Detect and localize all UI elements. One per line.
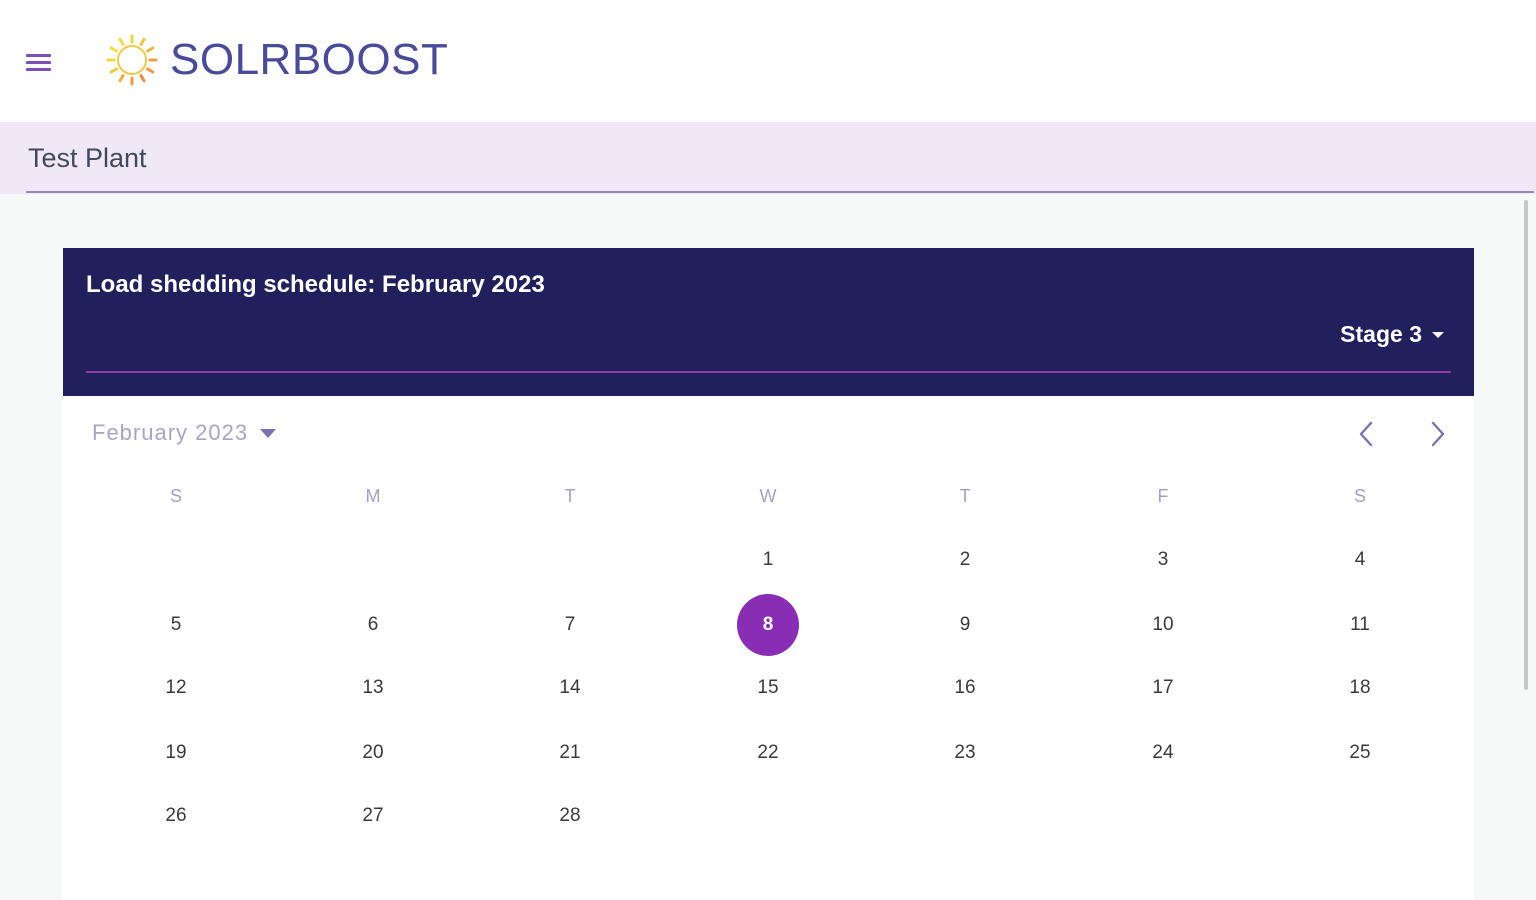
calendar-day[interactable]: 13 bbox=[342, 657, 404, 719]
calendar-day[interactable]: 20 bbox=[342, 722, 404, 784]
month-year-label: February 2023 bbox=[92, 420, 249, 445]
next-month-button[interactable] bbox=[1421, 418, 1453, 450]
sun-ring-icon bbox=[106, 34, 158, 86]
calendar-day[interactable]: 23 bbox=[934, 722, 996, 784]
stage-select[interactable]: Stage 3 bbox=[1340, 321, 1444, 348]
calendar-day[interactable]: 12 bbox=[145, 657, 207, 719]
calendar-day[interactable]: 4 bbox=[1329, 529, 1391, 591]
weekday-label: W bbox=[759, 486, 777, 506]
calendar-day[interactable]: 25 bbox=[1329, 722, 1391, 784]
schedule-card: Load shedding schedule: February 2023 St… bbox=[63, 248, 1474, 900]
calendar-day[interactable]: 22 bbox=[737, 722, 799, 784]
calendar-day[interactable]: 1 bbox=[737, 529, 799, 591]
plant-title: Test Plant bbox=[28, 143, 147, 173]
caret-down-icon bbox=[260, 428, 277, 438]
brand-logo[interactable]: SOLRBOOST bbox=[104, 30, 448, 90]
calendar-day[interactable]: 27 bbox=[342, 785, 404, 847]
calendar-day[interactable]: 9 bbox=[934, 594, 996, 656]
weekday-label: S bbox=[1353, 486, 1366, 506]
calendar-day[interactable]: 10 bbox=[1132, 594, 1194, 656]
weekday-label: T bbox=[959, 486, 971, 506]
month-year-selector[interactable]: February 2023 bbox=[92, 420, 277, 446]
calendar-day[interactable]: 14 bbox=[539, 657, 601, 719]
brand-name: SOLRBOOST bbox=[170, 35, 449, 84]
calendar-day[interactable]: 24 bbox=[1132, 722, 1194, 784]
calendar-day[interactable]: 5 bbox=[145, 594, 207, 656]
calendar-day[interactable]: 21 bbox=[539, 722, 601, 784]
weekday-label: S bbox=[169, 486, 182, 506]
calendar-day[interactable]: 16 bbox=[934, 657, 996, 719]
weekday-label: M bbox=[365, 486, 381, 506]
schedule-title: Load shedding schedule: February 2023 bbox=[86, 271, 545, 298]
calendar-day[interactable]: 6 bbox=[342, 594, 404, 656]
chevron-left-icon bbox=[1359, 421, 1373, 447]
stage-select-underline bbox=[86, 371, 1451, 373]
calendar-day[interactable]: 17 bbox=[1132, 657, 1194, 719]
calendar-day[interactable]: 26 bbox=[145, 785, 207, 847]
calendar-day[interactable]: 19 bbox=[145, 722, 207, 784]
hamburger-menu-icon[interactable] bbox=[24, 50, 54, 76]
schedule-header: Load shedding schedule: February 2023 St… bbox=[63, 248, 1474, 396]
top-app-bar: SOLRBOOST bbox=[0, 0, 1536, 122]
vertical-scrollbar[interactable] bbox=[1524, 200, 1528, 690]
stage-select-value: Stage 3 bbox=[1340, 321, 1422, 347]
calendar-day[interactable]: 28 bbox=[539, 785, 601, 847]
plant-bar bbox=[0, 122, 1536, 194]
calendar-day[interactable]: 2 bbox=[934, 529, 996, 591]
calendar-day[interactable]: 11 bbox=[1329, 594, 1391, 656]
weekday-label: F bbox=[1157, 486, 1169, 506]
chevron-right-icon bbox=[1431, 421, 1445, 447]
caret-down-icon bbox=[1432, 331, 1444, 338]
selected-day[interactable]: 8 bbox=[737, 594, 799, 656]
calendar-day[interactable]: 7 bbox=[539, 594, 601, 656]
previous-month-button[interactable] bbox=[1351, 418, 1383, 450]
weekday-label: T bbox=[564, 486, 576, 506]
calendar-day[interactable]: 18 bbox=[1329, 657, 1391, 719]
calendar-day[interactable]: 15 bbox=[737, 657, 799, 719]
calendar-day[interactable]: 3 bbox=[1132, 529, 1194, 591]
plant-divider bbox=[26, 191, 1534, 193]
